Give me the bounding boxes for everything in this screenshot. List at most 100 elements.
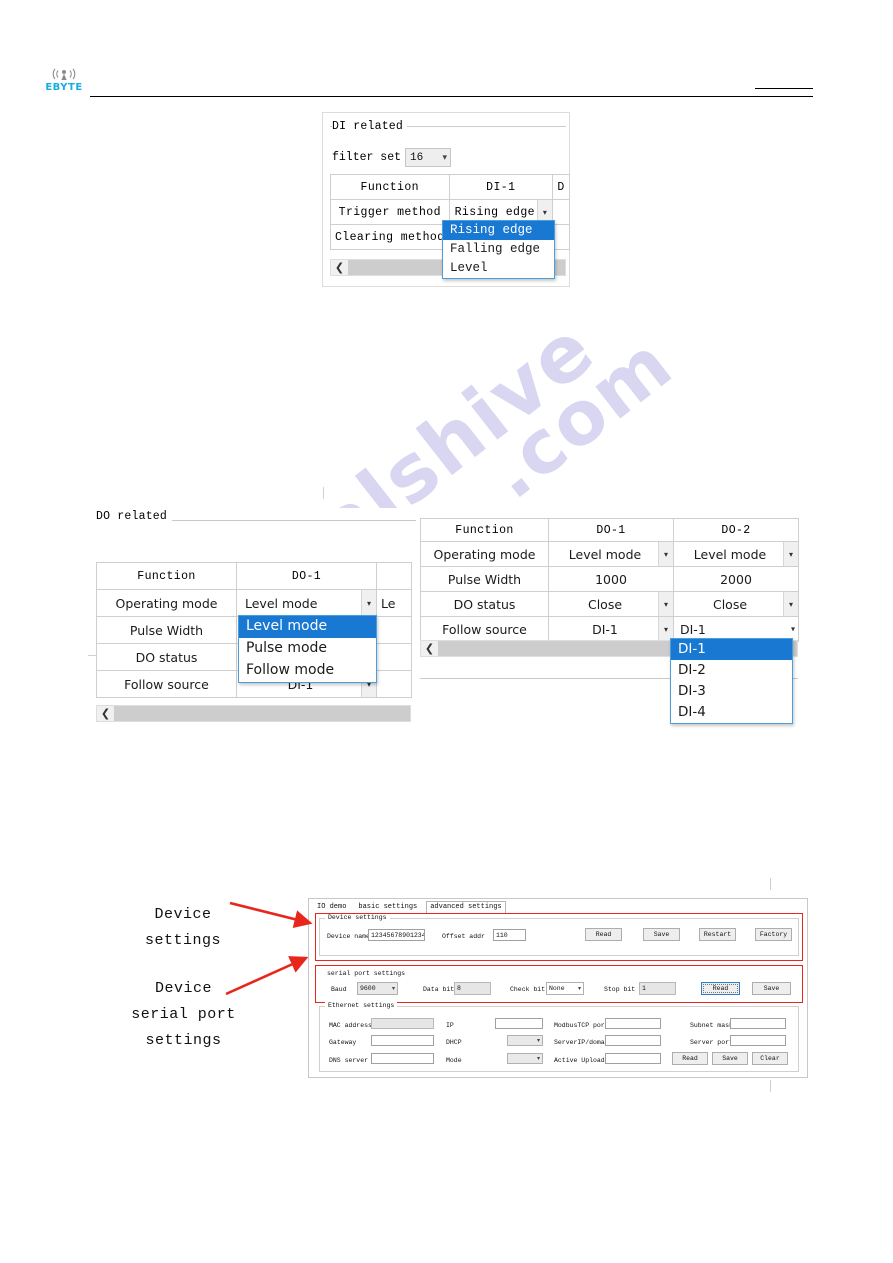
do2-status-do2-value: Close (712, 596, 748, 612)
dhcp-label: DHCP (446, 1039, 462, 1046)
chevron-left-icon[interactable]: ❮ (421, 641, 438, 656)
baud-value: 9600 (360, 985, 376, 992)
ethernet-read-button[interactable]: Read (672, 1052, 708, 1065)
offset-addr-input[interactable]: 110 (493, 929, 526, 941)
do2-follow-do2-value: DI-1 (680, 621, 706, 637)
crop-mark-bottom (770, 1080, 771, 1092)
header-tick-rule (755, 88, 813, 89)
do2-row-status-label: DO status (420, 591, 549, 617)
do-operating-mode-select[interactable]: Level mode ▾ (236, 589, 377, 617)
dropdown-option[interactable]: DI-3 (671, 681, 792, 702)
do-operating-mode-dropdown[interactable]: Level mode Pulse mode Follow mode (238, 615, 377, 683)
do-row-operating-label: Operating mode (96, 589, 237, 617)
chevron-down-icon: ▾ (783, 542, 798, 566)
do-left-horizontal-scrollbar[interactable]: ❮ (96, 705, 411, 722)
check-bit-select[interactable]: None ▾ (546, 982, 584, 995)
do2-col-function: Function (420, 518, 549, 542)
chevron-down-icon: ▾ (658, 592, 673, 616)
device-name-input[interactable]: 12345678901234 (368, 929, 425, 941)
stop-bit-input[interactable]: 1 (639, 982, 676, 995)
configuration-tool-window: IO demo basic settings advanced settings… (308, 898, 808, 1078)
ethernet-clear-button[interactable]: Clear (752, 1052, 788, 1065)
ethernet-save-button[interactable]: Save (712, 1052, 748, 1065)
do2-operating-do2-select[interactable]: Level mode ▾ (673, 541, 799, 567)
brand-name: EBYTE (45, 82, 83, 93)
do2-pulse-do2-value[interactable]: 2000 (673, 566, 799, 592)
annotation-serial-line3: settings (145, 1032, 222, 1049)
di-filter-select[interactable]: 16 ▾ (405, 148, 452, 167)
do2-col-do2: DO-2 (673, 518, 799, 542)
check-bit-label: Check bit (510, 986, 546, 993)
do2-status-do1-select[interactable]: Close ▾ (548, 591, 674, 617)
chevron-down-icon: ▾ (790, 624, 795, 634)
di-table-header-row: Function DI-1 D (330, 174, 570, 200)
device-save-button[interactable]: Save (643, 928, 680, 941)
serverip-domain-label: ServerIP/domain (554, 1039, 613, 1046)
watermark-line-2: .com (472, 319, 689, 516)
gateway-label: Gateway (329, 1039, 357, 1046)
do2-pulse-do1-value[interactable]: 1000 (548, 566, 674, 592)
do-col-do1: DO-1 (236, 562, 377, 590)
dropdown-option[interactable]: Falling edge (443, 240, 554, 259)
chevron-down-icon: ▾ (442, 152, 448, 163)
serverip-domain-input[interactable] (605, 1035, 661, 1046)
do-row-pulse-label: Pulse Width (96, 616, 237, 644)
dropdown-option[interactable]: Level mode (239, 616, 376, 638)
data-bit-input[interactable]: 8 (454, 982, 491, 995)
table-row: DO status Close ▾ Close ▾ (420, 591, 799, 617)
dropdown-option[interactable]: DI-4 (671, 702, 792, 723)
active-upload-label: Active Upload (554, 1057, 605, 1064)
header-rule (90, 96, 813, 97)
baud-label: Baud (331, 986, 347, 993)
dropdown-option[interactable]: DI-2 (671, 660, 792, 681)
mac-address-input (371, 1018, 434, 1029)
dropdown-option[interactable]: Rising edge (443, 221, 554, 240)
scrollbar-thumb[interactable] (114, 706, 410, 721)
gateway-input[interactable] (371, 1035, 434, 1046)
chevron-down-icon: ▾ (536, 1037, 540, 1044)
tab-basic-settings[interactable]: basic settings (355, 902, 420, 913)
mode-label: Mode (446, 1057, 462, 1064)
dropdown-option[interactable]: Follow mode (239, 660, 376, 682)
dropdown-option[interactable]: DI-1 (671, 639, 792, 660)
data-bit-label: Data bit (423, 986, 455, 993)
ip-label: IP (446, 1022, 454, 1029)
page-root: manualshive .com EBYTE DI related (0, 0, 893, 1263)
subnet-mask-input[interactable] (730, 1018, 786, 1029)
do2-status-do2-select[interactable]: Close ▾ (673, 591, 799, 617)
server-port-input[interactable] (730, 1035, 786, 1046)
do2-follow-source-dropdown[interactable]: DI-1 DI-2 DI-3 DI-4 (670, 638, 793, 724)
table-row: Operating mode Level mode ▾ Level mode ▾ (420, 541, 799, 567)
dns-server-label: DNS server (329, 1057, 369, 1064)
device-factory-button[interactable]: Factory (755, 928, 792, 941)
modbustcp-port-input[interactable] (605, 1018, 661, 1029)
dns-server-input[interactable] (371, 1053, 434, 1064)
baud-select[interactable]: 9600 ▾ (357, 982, 398, 995)
di-filter-label: filter set (332, 151, 402, 164)
do2-follow-do1-select[interactable]: DI-1 ▾ (548, 616, 674, 642)
ethernet-settings-legend: Ethernet settings (325, 1002, 398, 1009)
do-follow-next-cell (376, 670, 412, 698)
tab-advanced-settings[interactable]: advanced settings (426, 901, 506, 913)
device-restart-button[interactable]: Restart (699, 928, 736, 941)
do2-operating-do1-select[interactable]: Level mode ▾ (548, 541, 674, 567)
dhcp-select[interactable]: ▾ (507, 1035, 543, 1046)
dropdown-option[interactable]: Pulse mode (239, 638, 376, 660)
do2-operating-do1-value: Level mode (568, 546, 642, 562)
do2-status-do1-value: Close (587, 596, 623, 612)
serial-read-button[interactable]: Read (701, 982, 740, 995)
chevron-left-icon[interactable]: ❮ (331, 260, 348, 275)
dropdown-option[interactable]: Level (443, 259, 554, 278)
di-trigger-method-dropdown[interactable]: Rising edge Falling edge Level (442, 220, 555, 279)
serial-settings-legend: serial port settings (327, 970, 406, 977)
chevron-down-icon: ▾ (391, 985, 395, 992)
mode-select[interactable]: ▾ (507, 1053, 543, 1064)
ip-input[interactable] (495, 1018, 543, 1029)
di-col-di1: DI-1 (448, 174, 554, 200)
chevron-left-icon[interactable]: ❮ (97, 706, 114, 721)
device-read-button[interactable]: Read (585, 928, 622, 941)
active-upload-input[interactable] (605, 1053, 661, 1064)
serial-save-button[interactable]: Save (752, 982, 791, 995)
stop-bit-label: Stop bit (604, 986, 636, 993)
di-trigger-next-cell (552, 199, 570, 225)
